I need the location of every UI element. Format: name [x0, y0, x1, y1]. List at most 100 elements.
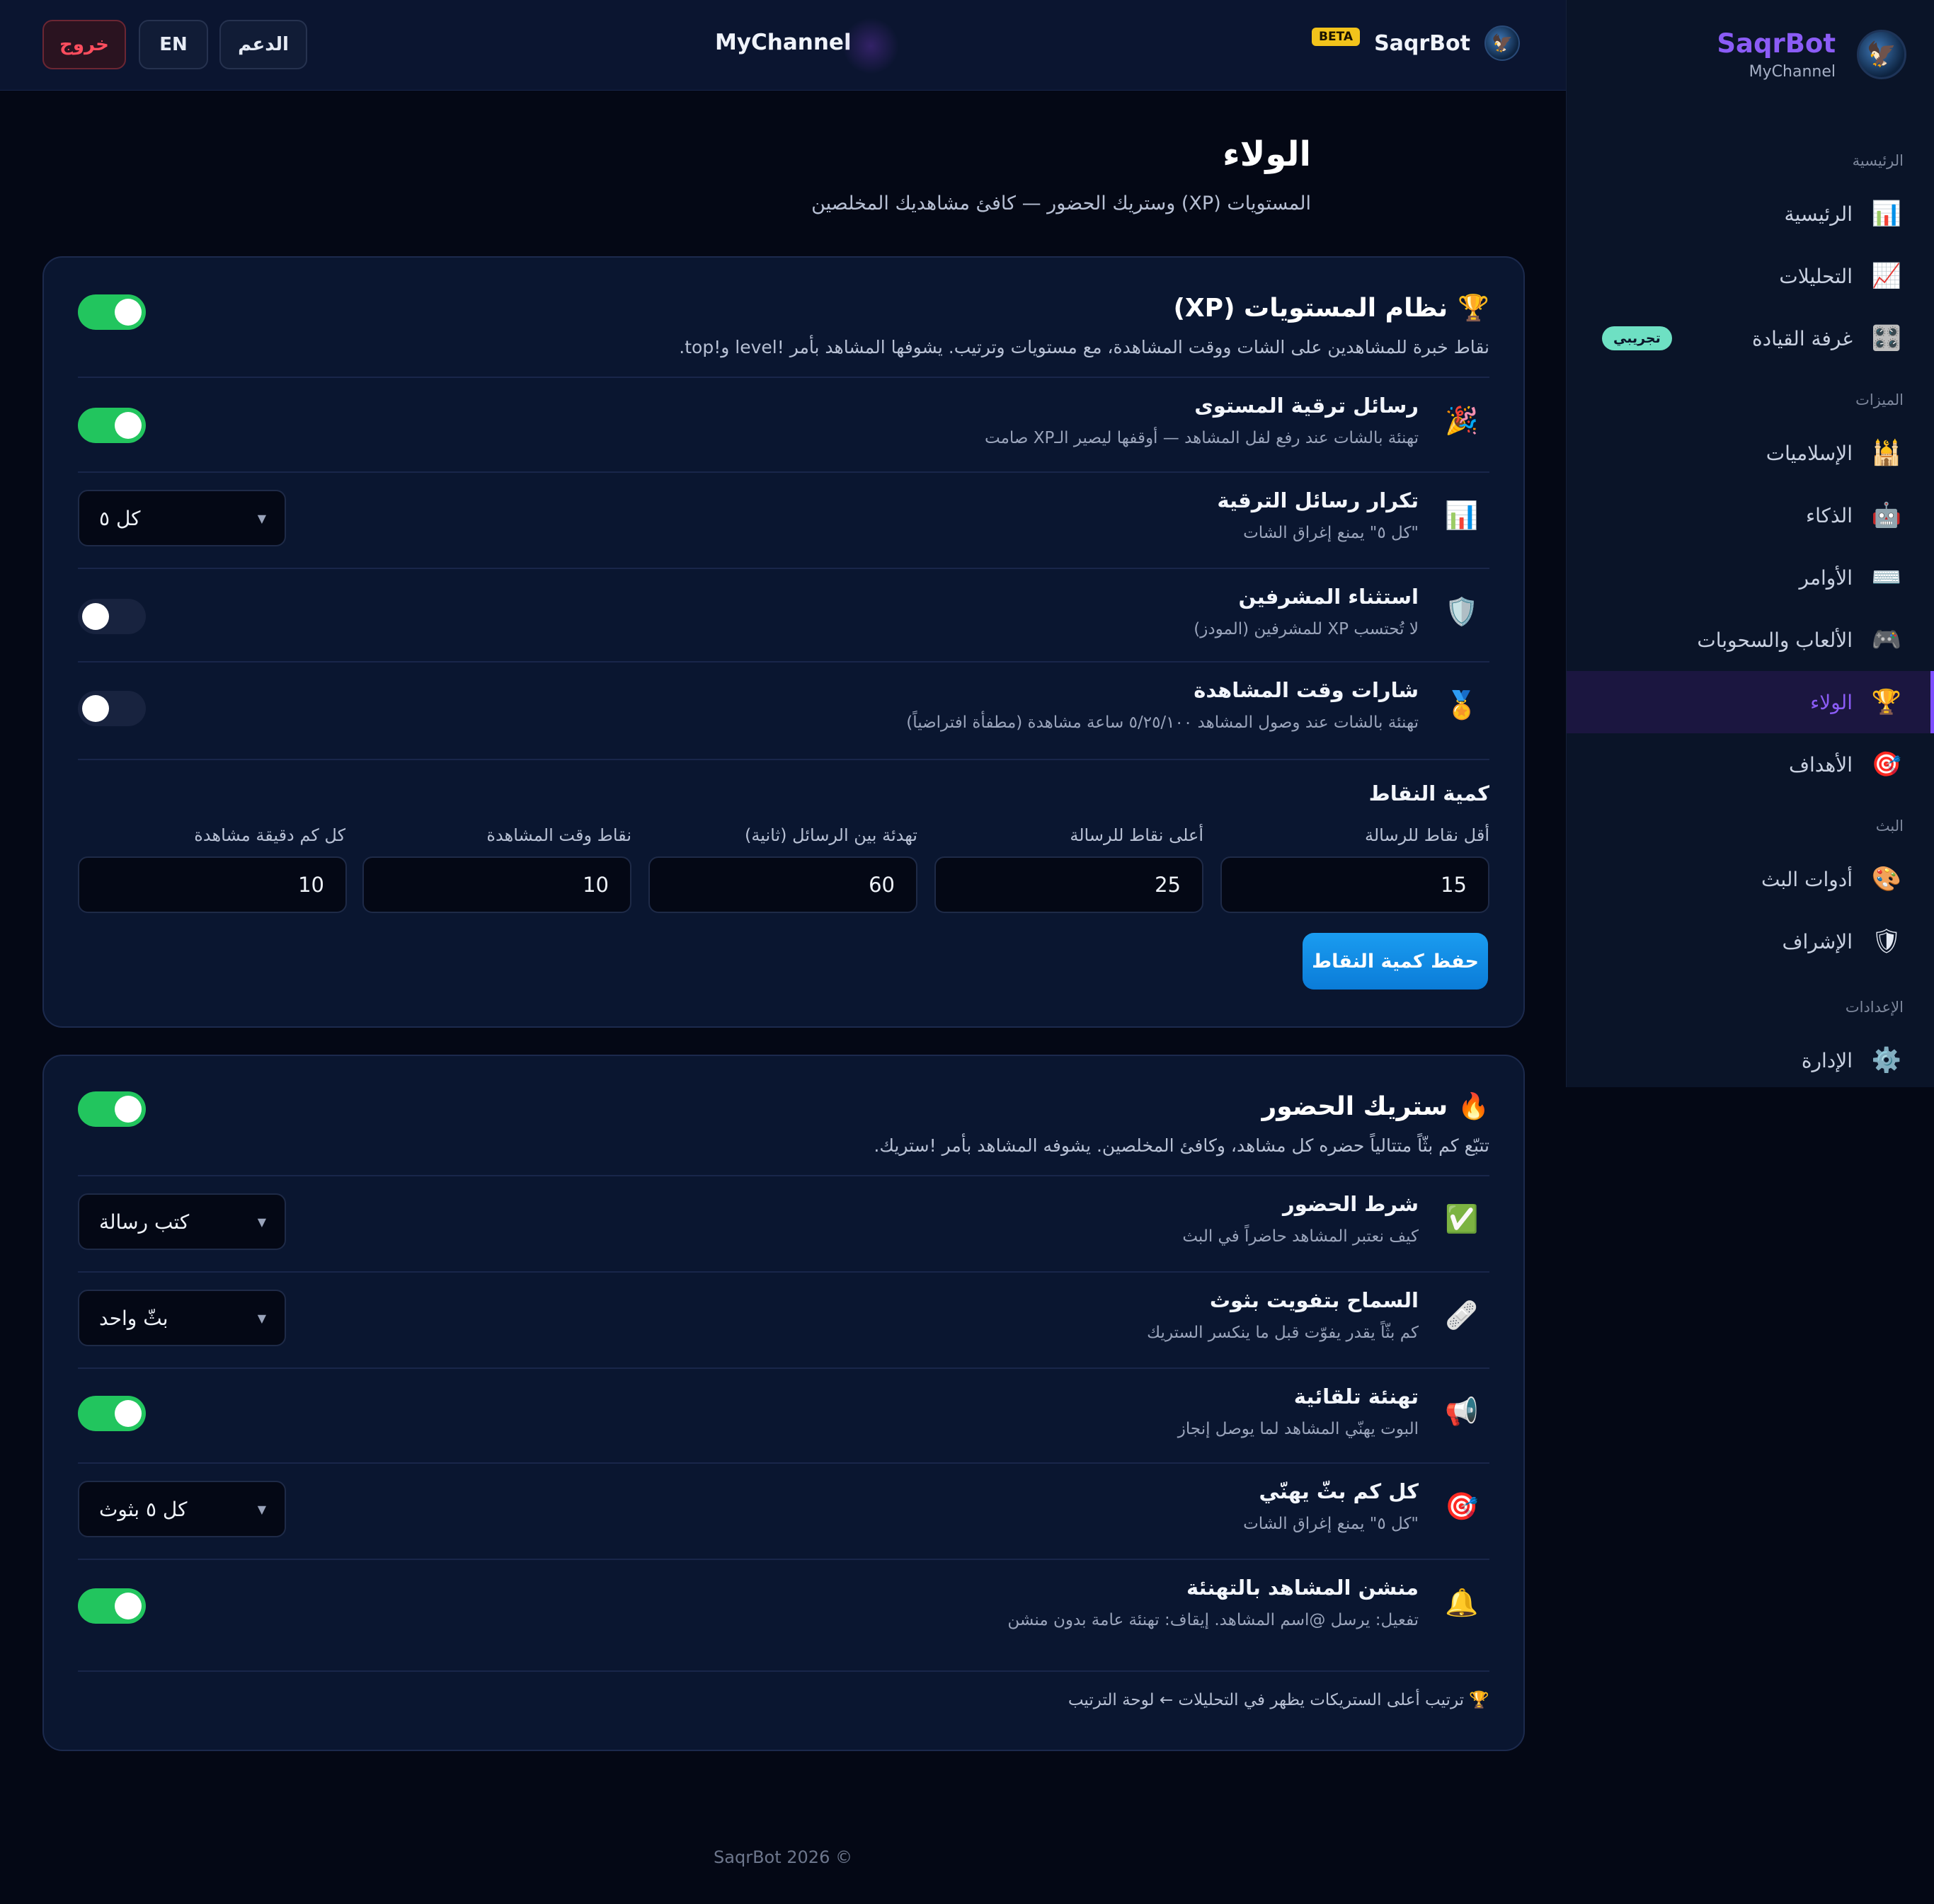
select-value: بثّ واحد — [99, 1306, 168, 1330]
row-title: تهنئة تلقائية — [1293, 1384, 1419, 1409]
watchtime-badges-toggle[interactable] — [78, 691, 146, 726]
bandage-icon: 🩹 — [1445, 1300, 1479, 1331]
sidebar-item-loyalty[interactable]: 🏆 الولاء — [1567, 671, 1934, 733]
sidebar-brand-name: SaqrBot — [1717, 28, 1836, 59]
divider — [78, 759, 1489, 760]
row-description: "كل ٥" يمنع إغراق الشات — [1243, 1515, 1419, 1533]
exclude-moderators-toggle[interactable] — [78, 599, 146, 634]
mention-viewer-row: 🔔 منشن المشاهد بالتهنئة تفعيل: يرسل @اسم… — [78, 1560, 1489, 1653]
sidebar-brand[interactable]: 🦅 SaqrBot MyChannel — [1717, 28, 1906, 81]
chevron-down-icon: ▼ — [257, 1502, 266, 1516]
topbar-brand[interactable]: 🦅 SaqrBot BETA — [1312, 25, 1520, 61]
support-button[interactable]: الدعم — [219, 20, 307, 69]
bar-chart-icon: 📊 — [1871, 200, 1902, 228]
xp-card-description: نقاط خبرة للمشاهدين على الشات ووقت المشا… — [679, 337, 1489, 357]
chevron-down-icon: ▼ — [257, 1311, 266, 1325]
cooldown-input[interactable]: 60 — [648, 856, 917, 913]
sidebar-item-admin[interactable]: ⚙️ الإدارة — [1567, 1029, 1934, 1091]
watchtime-points-input[interactable]: 10 — [362, 856, 631, 913]
keyboard-icon: ⌨️ — [1871, 563, 1902, 592]
streak-leaderboard-note: 🏆 ترتيب أعلى الستريكات يظهر في التحليلات… — [1068, 1691, 1489, 1709]
toggle-knob — [115, 412, 142, 439]
section-features: الميزات — [1855, 391, 1904, 408]
sidebar-item-goals[interactable]: 🎯 الأهداف — [1567, 733, 1934, 796]
trend-chart-icon: 📈 — [1871, 262, 1902, 290]
medal-icon: 🏅 — [1445, 689, 1479, 721]
max-points-label: أعلى نقاط للرسالة — [1070, 825, 1203, 845]
fire-icon: 🔥 — [1458, 1092, 1489, 1121]
sidebar-item-label: غرفة القيادة — [1752, 326, 1853, 350]
sidebar-item-command-room[interactable]: 🎛️ غرفة القيادة تجريبي — [1567, 307, 1934, 369]
row-title: شارات وقت المشاهدة — [1194, 678, 1419, 702]
sidebar: 🦅 SaqrBot MyChannel الرئيسية 📊 الرئيسية … — [1566, 0, 1934, 1087]
sidebar-item-moderation[interactable]: 🛡 الإشراف — [1567, 910, 1934, 973]
sidebar-item-commands[interactable]: ⌨️ الأوامر — [1567, 546, 1934, 609]
select-value: كل ٥ بثوث — [99, 1497, 188, 1521]
row-description: تفعيل: يرسل @اسم المشاهد. إيقاف: تهنئة ع… — [1007, 1611, 1419, 1629]
min-points-input[interactable]: 15 — [1220, 856, 1489, 913]
beta-badge: BETA — [1312, 28, 1361, 46]
watch-minutes-input[interactable]: 10 — [78, 856, 347, 913]
mention-viewer-toggle[interactable] — [78, 1588, 146, 1624]
toggle-knob — [115, 299, 142, 326]
palette-icon: 🎨 — [1871, 865, 1902, 893]
row-title: كل كم بثّ يهنّي — [1259, 1479, 1419, 1503]
target-icon: 🎯 — [1445, 1491, 1479, 1522]
sidebar-channel-name: MyChannel — [1749, 63, 1836, 81]
sidebar-item-label: الذكاء — [1805, 503, 1853, 527]
toggle-knob — [115, 1096, 142, 1123]
auto-congrats-row: 📢 تهنئة تلقائية البوت يهنّي المشاهد لما … — [78, 1369, 1489, 1462]
congrats-frequency-row: 🎯 كل كم بثّ يهنّي "كل ٥" يمنع إغراق الشا… — [78, 1464, 1489, 1557]
sidebar-item-analytics[interactable]: 📈 التحليلات — [1567, 245, 1934, 307]
shield-icon: 🛡️ — [1445, 596, 1479, 627]
section-main: الرئيسية — [1852, 152, 1904, 169]
sidebar-item-home[interactable]: 📊 الرئيسية — [1567, 183, 1934, 245]
sidebar-item-stream-tools[interactable]: 🎨 أدوات البث — [1567, 848, 1934, 910]
attendance-condition-select[interactable]: ▼ كتب رسالة — [78, 1193, 286, 1250]
auto-congrats-toggle[interactable] — [78, 1396, 146, 1431]
watchtime-points-label: نقاط وقت المشاهدة — [486, 825, 631, 845]
sidebar-item-games[interactable]: 🎮 الألعاب والسحوبات — [1567, 609, 1934, 671]
watchtime-badges-row: 🏅 شارات وقت المشاهدة تهنئة بالشات عند وص… — [78, 663, 1489, 756]
sidebar-item-ai[interactable]: 🤖 الذكاء — [1567, 484, 1934, 546]
save-points-button[interactable]: حفظ كمية النقاط — [1303, 933, 1488, 990]
page-footer: SaqrBot 2026 © — [714, 1847, 852, 1867]
bell-icon: 🔔 — [1445, 1587, 1479, 1618]
missed-streams-row: 🩹 السماح بتفويت بثوث كم بثّاً يقدر يفوّت… — [78, 1273, 1489, 1366]
row-title: تكرار رسائل الترقية — [1217, 488, 1419, 512]
levelup-frequency-row: 📊 تكرار رسائل الترقية "كل ٥" يمنع إغراق … — [78, 473, 1489, 566]
section-stream: البث — [1875, 818, 1904, 835]
chevron-down-icon: ▼ — [257, 1215, 266, 1229]
xp-enabled-toggle[interactable] — [78, 294, 146, 330]
attendance-condition-row: ✅ شرط الحضور كيف نعتبر المشاهد حاضراً في… — [78, 1176, 1489, 1270]
cooldown-label: تهدئة بين الرسائل (ثانية) — [745, 825, 917, 845]
watch-minutes-label: كل كم دقيقة مشاهدة — [194, 825, 345, 845]
levelup-frequency-select[interactable]: ▼ كل ٥ — [78, 490, 286, 546]
logout-button[interactable]: خروج — [42, 20, 126, 69]
party-popper-icon: 🎉 — [1445, 405, 1479, 436]
streak-enabled-toggle[interactable] — [78, 1091, 146, 1127]
check-mark-icon: ✅ — [1445, 1203, 1479, 1234]
row-description: لا تُحتسب XP للمشرفين (المودز) — [1194, 620, 1419, 638]
row-description: كم بثّاً يقدر يفوّت قبل ما ينكسر الستريك — [1147, 1324, 1419, 1342]
congrats-frequency-select[interactable]: ▼ كل ٥ بثوث — [78, 1481, 286, 1537]
levelup-messages-toggle[interactable] — [78, 408, 146, 443]
missed-streams-select[interactable]: ▼ بثّ واحد — [78, 1290, 286, 1346]
select-value: كتب رسالة — [99, 1210, 190, 1234]
max-points-input[interactable]: 25 — [934, 856, 1203, 913]
sidebar-item-label: الأهداف — [1788, 752, 1853, 776]
attendance-streak-card: 🔥 ستريك الحضور تتبّع كم بثّاً متتالياً ح… — [42, 1055, 1525, 1751]
sidebar-item-label: الأوامر — [1799, 566, 1853, 590]
language-button[interactable]: EN — [139, 20, 208, 69]
sidebar-item-label: الإدارة — [1801, 1048, 1853, 1072]
row-title: شرط الحضور — [1283, 1192, 1419, 1216]
row-description: تهنئة بالشات عند وصول المشاهد ٥/٢٥/١٠٠ س… — [906, 713, 1419, 732]
min-points-label: أقل نقاط للرسالة — [1364, 825, 1489, 845]
sidebar-item-islamic[interactable]: 🕌 الإسلاميات — [1567, 422, 1934, 484]
row-title: السماح بتفويت بثوث — [1209, 1288, 1419, 1312]
xp-system-card: 🏆 نظام المستويات (XP) نقاط خبرة للمشاهدي… — [42, 256, 1525, 1028]
channel-name: MyChannel — [715, 30, 852, 55]
brand-name: SaqrBot — [1374, 30, 1470, 56]
toggle-knob — [115, 1593, 142, 1619]
sidebar-item-label: الألعاب والسحوبات — [1697, 628, 1853, 652]
